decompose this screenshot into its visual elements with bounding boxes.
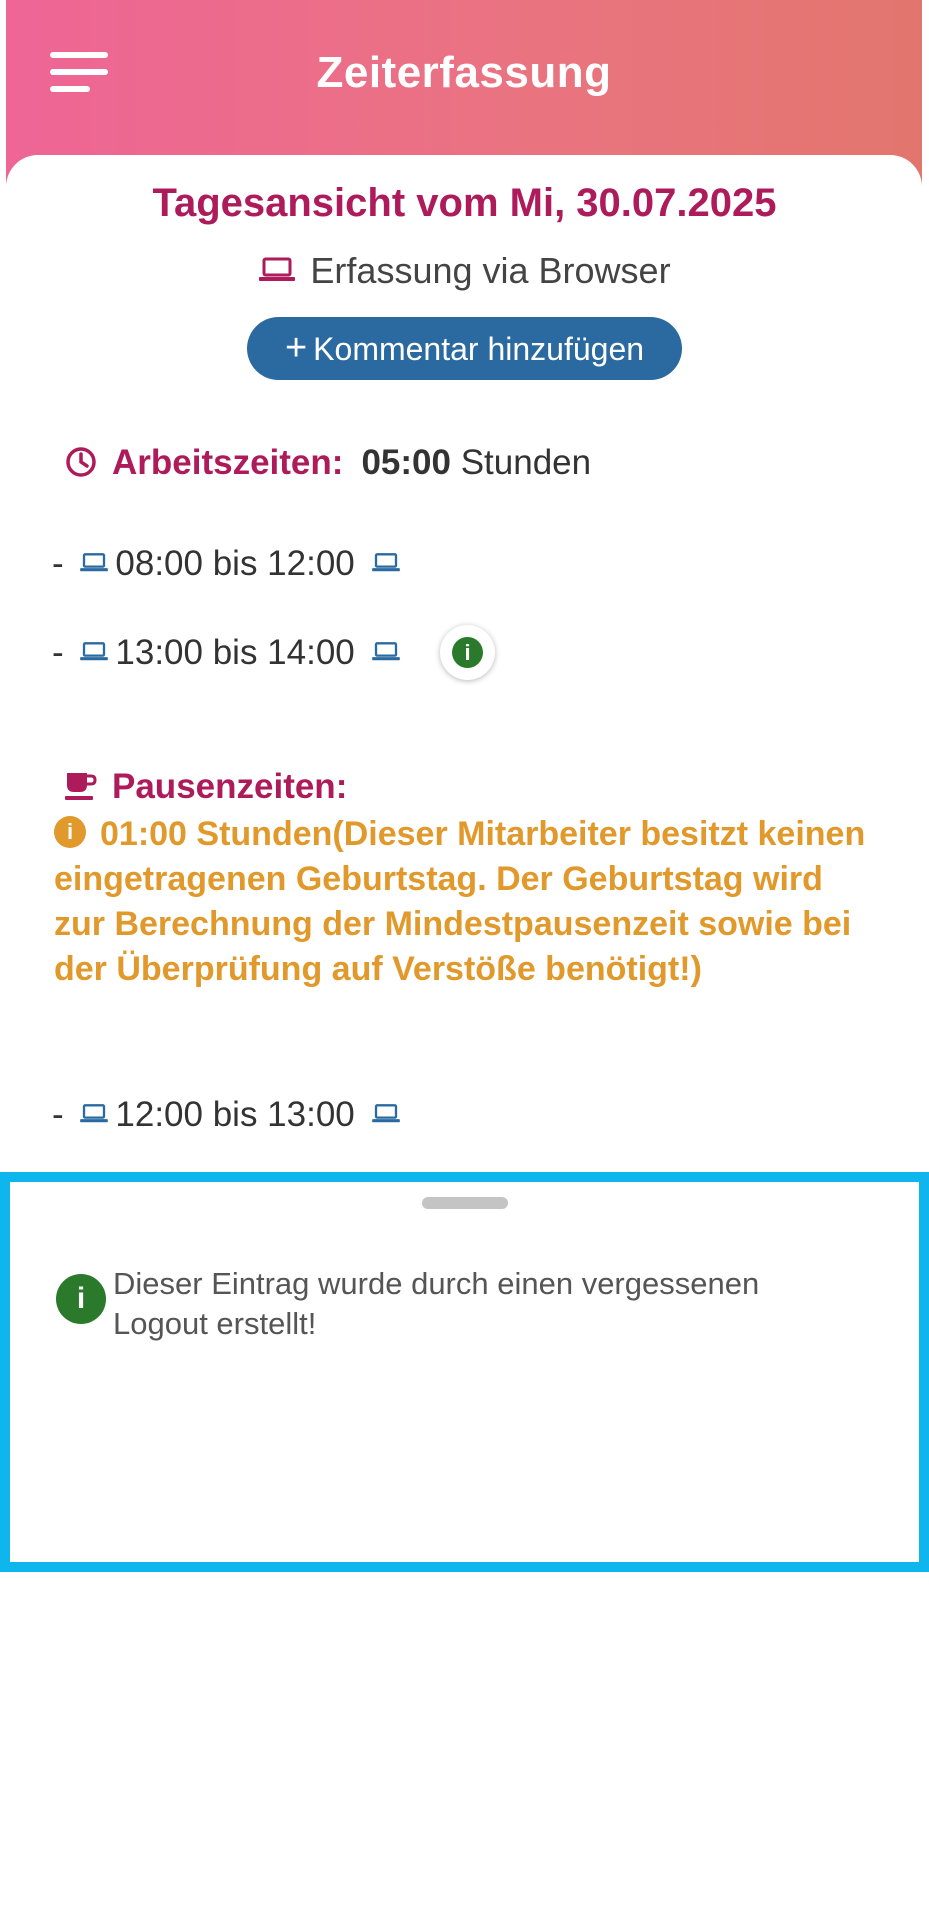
laptop-icon [80, 552, 109, 571]
laptop-icon [80, 641, 109, 660]
pause-warning-text: 01:00 Stunden(Dieser Mitarbeiter besitzt… [54, 815, 866, 988]
laptop-icon [371, 552, 400, 571]
plus-icon: + [284, 327, 308, 369]
entry-prefix: - [52, 1095, 64, 1134]
laptop-icon [371, 641, 400, 660]
laptop-icon [80, 1103, 109, 1122]
day-card [6, 155, 922, 1920]
page-title: Tagesansicht vom Mi, 30.07.2025 [152, 181, 777, 225]
coffee-cup-icon [65, 772, 97, 800]
entry-prefix: - [52, 633, 64, 672]
add-comment-button[interactable]: + Kommentar hinzufügen [247, 317, 682, 380]
work-entry: - 13:00 bis 14:00 [52, 633, 407, 673]
work-time-label: Arbeitszeiten: [112, 443, 344, 482]
app-title: Zeiterfassung [316, 48, 612, 97]
info-message: Dieser Eintrag wurde durch einen vergess… [113, 1266, 760, 1341]
info-icon: i [452, 637, 483, 668]
pause-warning: i 01:00 Stunden(Dieser Mitarbeiter besitz… [54, 812, 874, 992]
entry-info-button[interactable]: i [440, 625, 495, 680]
work-time-unit: Stunden [460, 443, 592, 482]
clock-icon [66, 447, 96, 477]
pause-time-label: Pausenzeiten: [112, 767, 348, 806]
warning-info-icon: i [54, 816, 86, 848]
pause-time-summary: Pausenzeiten: [64, 767, 347, 807]
work-entry: - 08:00 bis 12:00 [52, 544, 407, 584]
laptop-icon [259, 257, 296, 282]
source-label: Erfassung via Browser [310, 250, 671, 291]
pause-entry: - 12:00 bis 13:00 [52, 1095, 407, 1135]
entry-time: 13:00 bis 14:00 [115, 633, 355, 672]
entry-prefix: - [52, 544, 64, 583]
drag-handle[interactable] [422, 1197, 508, 1209]
entry-time: 12:00 bis 13:00 [115, 1095, 355, 1134]
work-time-summary: Arbeitszeiten: 05:00 Stunden [64, 443, 591, 483]
info-bottom-sheet[interactable]: i Dieser Eintrag wurde durch einen verge… [0, 1172, 929, 1572]
entry-time: 08:00 bis 12:00 [115, 544, 355, 583]
laptop-icon [371, 1103, 400, 1122]
add-comment-label: Kommentar hinzufügen [313, 331, 645, 367]
source-row: Erfassung via Browser [0, 250, 929, 292]
work-time-total: 05:00 [361, 443, 451, 482]
info-icon: i [56, 1274, 106, 1324]
